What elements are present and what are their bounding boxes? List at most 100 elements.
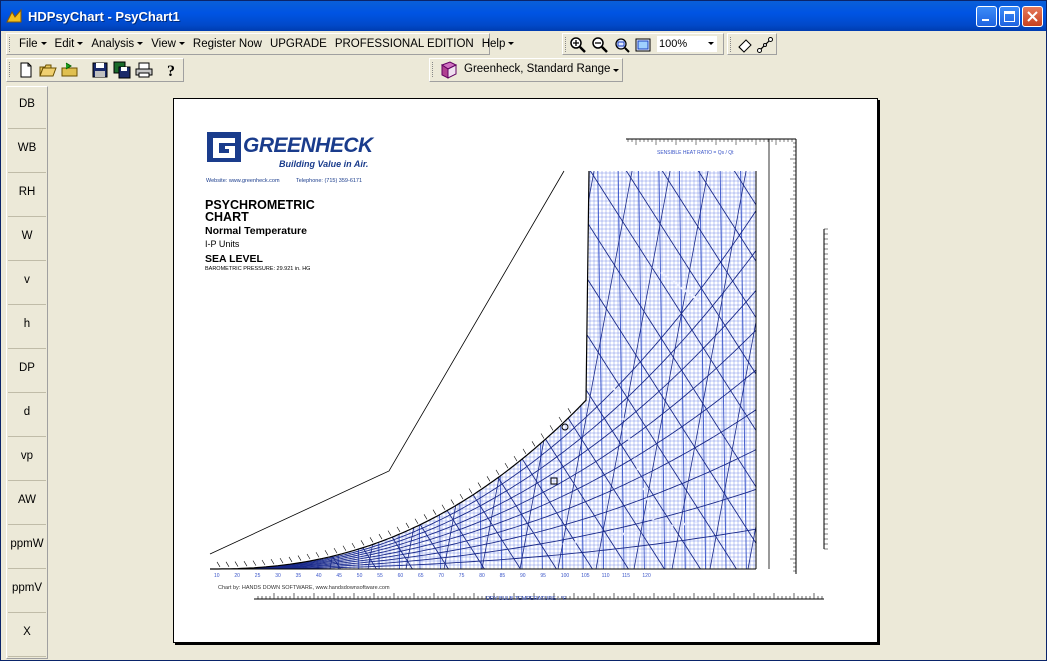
save-all-icon[interactable] xyxy=(113,61,131,79)
enthalpy-tick xyxy=(288,556,293,563)
menu-professional-edition[interactable]: PROFESSIONAL EDITION xyxy=(331,35,478,53)
zoom-window-icon[interactable] xyxy=(613,36,631,54)
zoom-select[interactable]: 100% xyxy=(657,36,717,52)
enthalpy-tick xyxy=(423,514,428,520)
open-folder-icon[interactable] xyxy=(39,61,57,79)
wet-bulb-label-dot xyxy=(621,417,625,421)
print-icon[interactable] xyxy=(135,61,153,79)
sidebar-button-rh[interactable]: RH xyxy=(8,175,46,217)
enthalpy-tick xyxy=(504,462,509,469)
chart-page[interactable]: GREENHECK Building Value in Air. Website… xyxy=(173,98,878,643)
volume-label-dot xyxy=(706,518,710,522)
sidebar-button-dp[interactable]: DP xyxy=(8,351,46,393)
menu-help-label: Help xyxy=(481,38,506,50)
volume-label-dot xyxy=(538,546,542,550)
specific-volume-line xyxy=(329,171,411,569)
sidebar-button-h[interactable]: h xyxy=(8,307,46,349)
x-tick-label: 30 xyxy=(275,573,281,579)
dry-bulb-line xyxy=(270,171,278,569)
wet-bulb-label-dot xyxy=(651,517,655,521)
chart-type-select[interactable]: Greenheck, Standard Range xyxy=(464,63,610,75)
x-tick-label: 120 xyxy=(642,573,651,579)
x-tick-label: 70 xyxy=(438,573,444,579)
x-tick-label: 90 xyxy=(520,573,526,579)
enthalpy-tick xyxy=(351,542,356,549)
dry-bulb-line xyxy=(352,171,360,569)
x-axis-label: DRY BULB TEMPERATURE - °F xyxy=(486,596,567,602)
sidebar-button-ppmw[interactable]: ppmW xyxy=(8,527,46,569)
save-icon[interactable] xyxy=(91,61,109,79)
eraser-icon[interactable] xyxy=(736,36,754,54)
sidebar-button-v[interactable]: v xyxy=(8,263,46,305)
rh-label-dot xyxy=(656,268,660,272)
enthalpy-tick xyxy=(450,499,455,505)
menu-analysis[interactable]: Analysis xyxy=(87,35,147,53)
enthalpy-tick xyxy=(567,408,572,414)
new-file-icon[interactable] xyxy=(17,61,35,79)
enthalpy-tick xyxy=(513,455,518,462)
menu-register-now[interactable]: Register Now xyxy=(189,35,266,53)
rh-label-dot xyxy=(684,289,688,293)
enthalpy-tick xyxy=(216,561,221,568)
toolbar-grip[interactable] xyxy=(565,37,568,52)
toolbar-grip[interactable] xyxy=(432,62,435,77)
zoom-in-icon[interactable] xyxy=(569,36,587,54)
sidebar-button-x[interactable]: X xyxy=(8,615,46,657)
logo-tagline: Building Value in Air. xyxy=(279,159,369,169)
sidebar-button-vp[interactable]: vp xyxy=(8,439,46,481)
sidebar-button-ppmv[interactable]: ppmV xyxy=(8,571,46,613)
greenheck-logo: GREENHECK Building Value in Air. xyxy=(207,132,375,171)
rh-label-dot xyxy=(688,292,692,296)
enthalpy-tick xyxy=(252,560,257,566)
dry-bulb-line xyxy=(739,171,747,569)
open-recent-icon[interactable] xyxy=(61,61,79,79)
chart-title-line2: CHART xyxy=(205,210,249,224)
wet-bulb-label-dot xyxy=(636,467,640,471)
x-tick-label: 45 xyxy=(336,573,342,579)
sidebar-button-d[interactable]: d xyxy=(8,395,46,437)
wet-bulb-label-dot xyxy=(630,447,634,451)
property-sidebar: DB WB RH Wv h DP d vp AW ppmW ppmV X xyxy=(6,86,48,659)
rh-label-dot xyxy=(652,265,656,269)
menu-upgrade[interactable]: UPGRADE xyxy=(266,35,331,53)
sidebar-button-aw[interactable]: AW xyxy=(8,483,46,525)
toolbar-grip[interactable] xyxy=(730,37,733,52)
process-line-icon[interactable] xyxy=(756,36,774,54)
sidebar-button-wb[interactable]: WB xyxy=(8,131,46,173)
wet-bulb-line xyxy=(533,171,756,569)
chart-canvas[interactable]: GREENHECK Building Value in Air. Website… xyxy=(50,86,1046,659)
toolbar-grip[interactable] xyxy=(9,62,12,77)
chevron-down-icon xyxy=(708,42,714,45)
chevron-down-icon[interactable] xyxy=(613,69,619,72)
menu-help[interactable]: Help xyxy=(478,35,519,53)
fit-page-icon[interactable] xyxy=(634,36,652,54)
x-tick-label: 10 xyxy=(214,573,220,579)
volume-label-dot xyxy=(550,544,554,548)
x-tick-label: 75 xyxy=(458,573,465,579)
enthalpy-tick xyxy=(387,530,392,536)
minimize-button[interactable] xyxy=(976,6,997,27)
menu-edit[interactable]: Edit xyxy=(51,35,88,53)
close-button[interactable] xyxy=(1022,6,1043,27)
help-icon[interactable]: ? xyxy=(163,61,181,79)
dry-bulb-line xyxy=(250,171,258,569)
zoom-out-icon[interactable] xyxy=(591,36,609,54)
dry-bulb-line xyxy=(597,171,605,569)
menu-view[interactable]: View xyxy=(147,35,189,53)
x-tick-label: 110 xyxy=(601,573,610,579)
title-bar[interactable]: HDPsyChart - PsyChart1 xyxy=(1,1,1046,31)
menu-bar: File Edit Analysis View Register Now UPG… xyxy=(6,33,515,55)
volume-label-dot xyxy=(658,526,662,530)
toolbar-grip[interactable] xyxy=(9,37,12,52)
enthalpy-tick xyxy=(540,433,545,439)
sidebar-button-db[interactable]: DB xyxy=(8,87,46,129)
dry-bulb-line xyxy=(331,171,339,569)
maximize-button[interactable] xyxy=(999,6,1020,27)
x-tick-label: 115 xyxy=(622,573,630,579)
enthalpy-tick xyxy=(306,553,311,560)
sidebar-button-w[interactable]: W xyxy=(8,219,46,261)
app-icon xyxy=(6,8,22,23)
enthalpy-tick xyxy=(333,547,338,554)
menu-file[interactable]: File xyxy=(15,35,51,53)
volume-label-dot xyxy=(634,530,638,534)
